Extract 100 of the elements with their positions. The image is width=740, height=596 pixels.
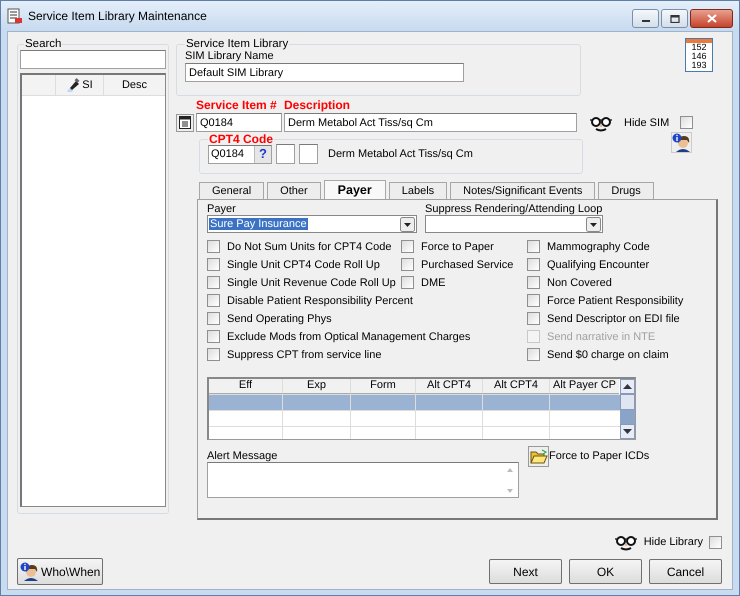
field-label: Service Item # — [196, 98, 278, 112]
dialog-button[interactable]: OK — [569, 559, 642, 584]
icon-number: 146 — [691, 52, 707, 61]
tab[interactable]: Labels — [388, 182, 448, 199]
checkbox-label: Qualifying Encounter — [547, 258, 650, 270]
checkbox-label: Disable Patient Responsibility Percent — [227, 294, 413, 306]
checkbox[interactable] — [207, 294, 220, 307]
description-field[interactable]: Derm Metabol Act Tiss/sq Cm — [284, 113, 577, 132]
checkbox[interactable] — [709, 536, 722, 548]
info-person-icon — [20, 562, 40, 582]
checkbox-label: Send Operating Phys — [227, 312, 332, 324]
folder-button[interactable] — [528, 446, 549, 467]
scrollbar[interactable] — [620, 379, 635, 439]
checkbox-label: Force Patient Responsibility — [547, 294, 684, 306]
cpt4-field[interactable]: Q0184 ? — [208, 144, 272, 164]
column-header[interactable]: Desc — [104, 75, 165, 95]
checkbox[interactable] — [207, 312, 220, 325]
group-label: Search — [24, 38, 62, 50]
modifier-field[interactable] — [299, 144, 318, 164]
icon-number: 152 — [691, 43, 707, 52]
scroll-up-icon — [620, 379, 635, 394]
minimize-button[interactable] — [632, 9, 659, 28]
field-label: Suppress Rendering/Attending Loop — [425, 203, 603, 215]
search-field[interactable] — [20, 50, 166, 69]
column-header[interactable]: Exp — [283, 379, 351, 394]
glasses-icon[interactable] — [614, 533, 638, 551]
checkbox-label: Send Descriptor on EDI file — [547, 312, 680, 324]
report-icon[interactable]: 152 146 193 — [685, 38, 713, 72]
maximize-icon — [670, 14, 680, 22]
scroll-thumb[interactable] — [620, 394, 635, 410]
flashlight-icon — [66, 78, 80, 92]
column-header[interactable]: Alt CPT4 — [416, 379, 483, 394]
icon-number: 193 — [691, 61, 707, 70]
tab[interactable]: Payer — [324, 180, 386, 199]
checkbox-label: Suppress CPT from service line — [227, 348, 382, 360]
close-button[interactable] — [690, 9, 733, 28]
notes-button[interactable] — [176, 114, 194, 132]
checkbox-label: Force to Paper — [421, 240, 494, 252]
tab[interactable]: General — [199, 182, 264, 199]
folder-icon — [530, 448, 548, 464]
checkbox[interactable] — [401, 240, 414, 253]
checkbox[interactable] — [401, 258, 414, 271]
checkbox-label: Send narrative in NTE — [547, 330, 656, 342]
column-header[interactable]: SI — [56, 75, 104, 95]
info-person-icon — [672, 132, 692, 152]
library-name-field[interactable]: Default SIM Library — [185, 63, 464, 82]
group-label: CPT4 Code — [208, 132, 274, 146]
field-label: Description — [284, 98, 350, 112]
app-icon — [7, 8, 23, 24]
column-header[interactable]: Eff — [209, 379, 283, 394]
checkbox[interactable] — [527, 294, 540, 307]
group-label: Service Item Library — [185, 38, 290, 50]
tab[interactable]: Drugs — [598, 182, 654, 199]
checkbox-label: Purchased Service — [421, 258, 514, 270]
checkbox-label: Non Covered — [547, 276, 612, 288]
checkbox-label: Single Unit CPT4 Code Roll Up — [227, 258, 380, 270]
checkbox-label: Hide SIM — [624, 116, 670, 128]
modifier-field[interactable] — [276, 144, 295, 164]
checkbox-label: Exclude Mods from Optical Management Charges — [227, 330, 470, 342]
field-label: Payer — [207, 203, 237, 215]
field-label: Alert Message — [207, 450, 278, 462]
checkbox-label: Single Unit Revenue Code Roll Up — [227, 276, 396, 288]
tab[interactable]: Notes/Significant Events — [450, 182, 596, 199]
window-title: Service Item Library Maintenance — [28, 9, 208, 23]
checkbox[interactable] — [527, 348, 540, 361]
info-button[interactable] — [671, 132, 692, 153]
checkbox[interactable] — [207, 348, 220, 361]
payer-dropdown[interactable]: Sure Pay Insurance — [207, 215, 417, 233]
checkbox[interactable] — [680, 116, 694, 129]
close-icon — [706, 14, 716, 23]
checkbox-label: Send $0 charge on claim — [547, 348, 669, 360]
column-header[interactable]: Alt CPT4 — [483, 379, 550, 394]
column-header[interactable]: Form — [351, 379, 416, 394]
checkbox[interactable] — [207, 258, 220, 271]
cpt4-description: Derm Metabol Act Tiss/sq Cm — [328, 148, 473, 160]
checkbox[interactable] — [401, 276, 414, 289]
checkbox[interactable] — [207, 276, 220, 289]
scroll-down-icon — [620, 424, 635, 439]
tab[interactable]: Other — [267, 182, 321, 199]
checkbox-label: Hide Library — [644, 536, 703, 548]
checkbox-label: Do Not Sum Units for CPT4 Code — [227, 240, 392, 252]
checkbox[interactable] — [527, 240, 540, 253]
button-label: Force to Paper ICDs — [549, 450, 650, 462]
help-button[interactable]: ? — [254, 146, 271, 162]
checkbox[interactable] — [527, 276, 540, 289]
checkbox-label: DME — [421, 276, 446, 288]
service-item-field[interactable]: Q0184 — [196, 113, 282, 132]
maximize-button[interactable] — [661, 9, 688, 28]
alert-message-field[interactable] — [207, 462, 519, 498]
dialog-button[interactable]: Next — [489, 559, 562, 584]
checkbox[interactable] — [527, 258, 540, 271]
checkbox-label: Mammography Code — [547, 240, 650, 252]
document-icon — [179, 116, 191, 129]
column-header[interactable]: Alt Payer CP — [550, 379, 619, 394]
checkbox[interactable] — [527, 312, 540, 325]
field-label: SIM Library Name — [185, 50, 275, 62]
checkbox[interactable] — [207, 240, 220, 253]
checkbox[interactable] — [207, 330, 220, 343]
dialog-button[interactable]: Cancel — [649, 559, 722, 584]
who-when-button[interactable]: Who\When — [17, 558, 103, 585]
